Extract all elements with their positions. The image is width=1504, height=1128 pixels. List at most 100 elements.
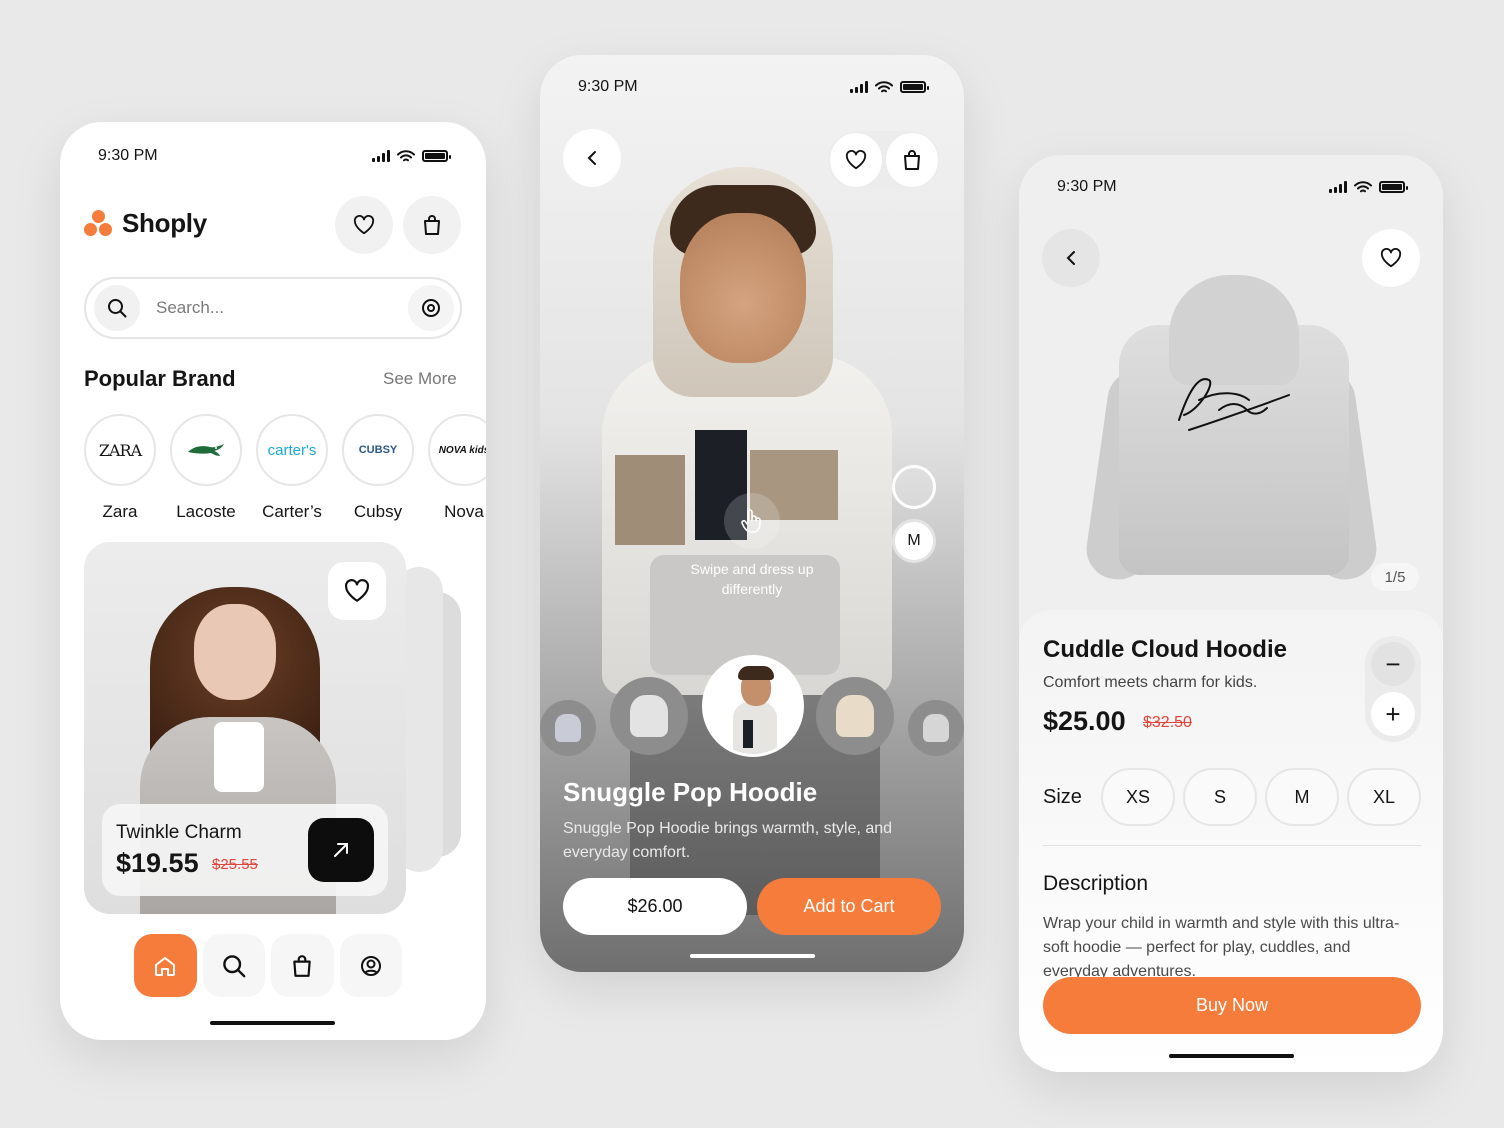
description-title: Description [1043,872,1149,895]
size-xs[interactable]: XS [1101,768,1175,826]
brand-zara[interactable]: ZARA Zara [84,414,156,522]
bottom-nav [132,932,404,1000]
outfit-thumb[interactable] [610,677,688,755]
brand-label: Cubsy [353,502,403,521]
home-screen: 9:30 PM Shoply Search... Popular Brand S… [60,122,486,1040]
bag-icon [293,954,311,977]
shoply-logo-icon [84,209,112,238]
heart-icon [845,150,867,170]
brand-cubsy[interactable]: CUBSY Cubsy [342,414,414,522]
add-to-cart-button[interactable]: Add to Cart [757,878,941,935]
decrement-button[interactable]: − [1371,642,1415,686]
battery-icon [900,81,929,93]
outfit-thumb[interactable] [540,700,596,756]
search-bar[interactable]: Search... [84,277,462,339]
product-price: $25.00 [1043,706,1126,736]
brand-carters[interactable]: carter's Carter’s [256,414,328,522]
tryon-screen: 9:30 PM M Swipe and dress up differently [540,55,964,972]
buy-now-button[interactable]: Buy Now [1043,977,1421,1034]
brand-label: Zara [102,502,138,521]
status-time: 9:30 PM [1057,178,1117,195]
home-indicator [690,954,815,958]
wifi-icon [875,80,893,92]
brand-logo-carters: carter's [256,414,328,486]
brand-logo-lacoste [170,414,242,486]
status-bar: 9:30 PM [60,144,486,168]
search-input[interactable]: Search... [156,298,408,318]
size-s[interactable]: S [1183,768,1257,826]
outfit-thumb[interactable] [908,700,964,756]
size-xl[interactable]: XL [1347,768,1421,826]
heart-icon [1380,248,1402,268]
size-option[interactable]: M [892,519,936,563]
home-indicator [1169,1054,1294,1058]
detail-sheet: Cuddle Cloud Hoodie Comfort meets charm … [1019,610,1443,1072]
size-label: Size [1043,786,1082,808]
search-icon [222,954,246,977]
product-old-price: $32.50 [1143,714,1192,731]
product-favorite-button[interactable] [328,562,386,620]
swipe-hint: Swipe and dress up differently [690,561,814,597]
brand-nova[interactable]: NOVA kids Nova [428,414,486,522]
nav-home[interactable] [134,934,197,997]
status-bar: 9:30 PM [540,75,964,99]
signature-print [1178,378,1290,431]
signal-icon [1329,181,1347,193]
product-card[interactable]: Twinkle Charm $19.55 $25.55 [84,542,406,914]
favorite-button[interactable] [830,133,882,187]
bag-icon [904,150,920,170]
color-option[interactable] [892,465,936,509]
crocodile-icon [188,444,224,456]
arrow-up-right-icon [334,843,348,857]
battery-icon [1379,181,1408,193]
chevron-left-icon [1066,251,1075,265]
brand-logo-zara: ZARA [84,414,156,486]
cart-button[interactable] [886,133,938,187]
open-product-button[interactable] [308,818,374,882]
location-pin-icon[interactable] [408,285,454,331]
cart-button[interactable] [403,196,461,254]
favorites-button[interactable] [335,196,393,254]
heart-icon [353,215,375,235]
brand-logo-cubsy: CUBSY [342,414,414,486]
price-button[interactable]: $26.00 [563,878,747,935]
signal-icon [850,81,868,93]
divider [1043,845,1421,846]
back-button[interactable] [563,129,621,187]
see-more-link[interactable]: See More [383,369,457,389]
app-logo: Shoply [84,208,207,239]
status-time: 9:30 PM [98,147,158,164]
status-bar: 9:30 PM [1019,175,1443,199]
status-time: 9:30 PM [578,78,638,95]
home-indicator [210,1021,335,1025]
product-description: Snuggle Pop Hoodie brings warmth, style,… [563,820,893,861]
product-title: Cuddle Cloud Hoodie [1043,636,1287,663]
outfit-thumb[interactable] [816,677,894,755]
profile-icon [360,955,381,976]
search-icon [94,285,140,331]
size-m[interactable]: M [1265,768,1339,826]
brand-lacoste[interactable]: Lacoste [170,414,242,522]
product-info: Twinkle Charm $19.55 $25.55 [102,804,388,896]
swipe-hand-icon [724,493,780,549]
nav-search[interactable] [202,934,265,997]
signal-icon [372,150,390,162]
image-counter: 1/5 [1371,563,1419,591]
product-title: Snuggle Pop Hoodie [563,777,818,807]
brand-label: Carter’s [262,502,322,521]
product-price: $19.55 [116,848,199,878]
wifi-icon [1354,180,1372,192]
chevron-left-icon [587,151,596,165]
outfit-thumb-selected[interactable] [702,655,804,757]
bag-icon [424,215,440,235]
increment-button[interactable]: + [1371,692,1415,736]
back-button[interactable] [1042,229,1100,287]
nav-cart[interactable] [271,934,334,997]
favorite-button[interactable] [1362,229,1420,287]
brand-label: Nova [444,502,484,521]
app-name: Shoply [122,208,207,238]
description-body: Wrap your child in warmth and style with… [1043,915,1400,978]
battery-icon [422,150,451,162]
nav-profile[interactable] [339,934,402,997]
section-title-popular-brand: Popular Brand [84,366,236,391]
